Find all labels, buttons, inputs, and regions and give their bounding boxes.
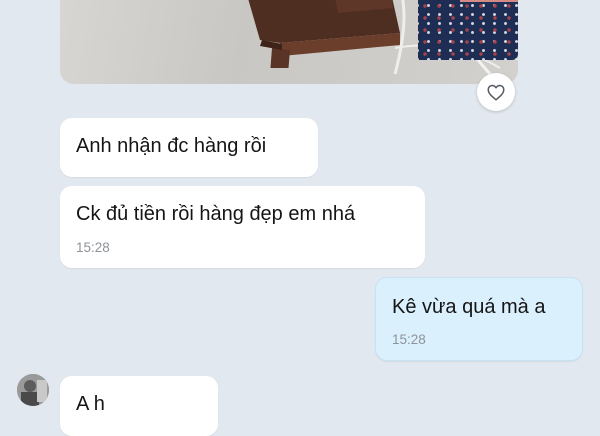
message-bubble-received[interactable]: A h <box>60 376 218 436</box>
photo-pink-cloth <box>460 0 518 2</box>
heart-icon <box>487 84 505 101</box>
avatar[interactable] <box>17 374 49 406</box>
avatar-image <box>17 374 49 406</box>
message-bubble-received[interactable]: Ck đủ tiền rồi hàng đẹp em nhá 15:28 <box>60 186 425 268</box>
message-text: Anh nhận đc hàng rồi <box>76 135 267 157</box>
message-text: A h <box>76 393 105 415</box>
like-button[interactable] <box>477 73 515 111</box>
photo-cushion-pattern <box>418 0 518 60</box>
message-text: Ck đủ tiền rồi hàng đẹp em nhá <box>76 203 356 225</box>
shared-photo[interactable] <box>60 0 518 84</box>
photo-cushion <box>418 0 518 60</box>
message-time: 15:28 <box>392 332 426 347</box>
message-time: 15:28 <box>76 240 110 255</box>
message-bubble-sent[interactable]: Kê vừa quá mà a 15:28 <box>375 277 583 361</box>
message-text: Kê vừa quá mà a <box>392 296 546 318</box>
message-bubble-received[interactable]: Anh nhận đc hàng rồi <box>60 118 318 177</box>
